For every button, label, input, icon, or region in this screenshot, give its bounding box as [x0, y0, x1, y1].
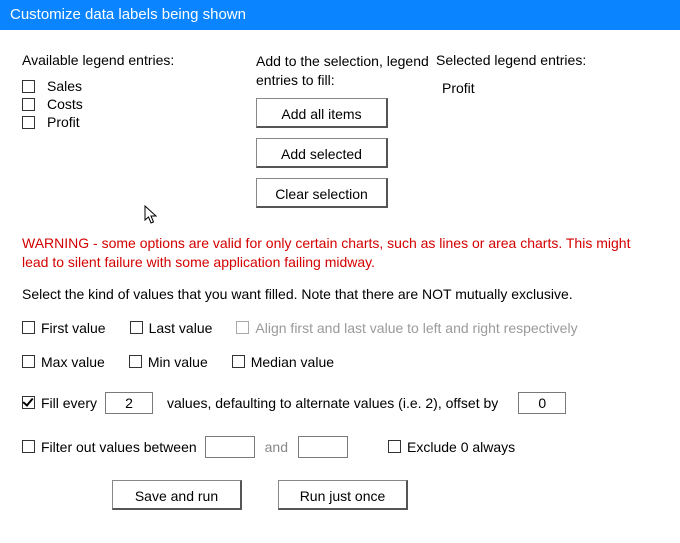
available-item-label: Sales [47, 78, 82, 94]
window-titlebar: Customize data labels being shown [0, 0, 680, 30]
checkbox-icon[interactable] [232, 355, 245, 368]
align-first-last-option: Align first and last value to left and r… [236, 320, 577, 336]
selected-label: Selected legend entries: [436, 52, 660, 68]
checkbox-icon[interactable] [130, 321, 143, 334]
checkbox-icon[interactable] [22, 355, 35, 368]
available-item-label: Profit [47, 114, 80, 130]
add-all-button[interactable]: Add all items [256, 98, 388, 128]
selected-item[interactable]: Profit [436, 80, 660, 96]
max-value-option[interactable]: Max value [22, 354, 105, 370]
available-item-label: Costs [47, 96, 83, 112]
values-instruction: Select the kind of values that you want … [22, 286, 660, 302]
option-label: Fill every [41, 395, 97, 411]
checkbox-icon[interactable] [22, 116, 35, 129]
option-label: Max value [41, 354, 105, 370]
exclude-zero-option[interactable]: Exclude 0 always [388, 439, 515, 455]
checkbox-icon[interactable] [22, 396, 35, 409]
option-label: First value [41, 320, 106, 336]
available-label: Available legend entries: [22, 52, 256, 68]
option-label: Align first and last value to left and r… [255, 320, 577, 336]
checkbox-icon [236, 321, 249, 334]
first-value-option[interactable]: First value [22, 320, 106, 336]
checkbox-icon[interactable] [22, 440, 35, 453]
option-label: Min value [148, 354, 208, 370]
checkbox-icon[interactable] [22, 98, 35, 111]
last-value-option[interactable]: Last value [130, 320, 213, 336]
filter-low-input[interactable] [205, 436, 255, 458]
window-title: Customize data labels being shown [10, 6, 246, 23]
available-item[interactable]: Profit [22, 114, 256, 130]
option-label: Last value [149, 320, 213, 336]
checkbox-icon[interactable] [22, 321, 35, 334]
fill-offset-input[interactable] [518, 392, 566, 414]
min-value-option[interactable]: Min value [129, 354, 208, 370]
fill-every-suffix: values, defaulting to alternate values (… [167, 395, 498, 411]
fill-every-option[interactable]: Fill every [22, 395, 97, 411]
option-label: Exclude 0 always [407, 439, 515, 455]
available-item[interactable]: Costs [22, 96, 256, 112]
clear-selection-button[interactable]: Clear selection [256, 178, 388, 208]
option-label: Median value [251, 354, 334, 370]
save-and-run-button[interactable]: Save and run [112, 480, 242, 510]
checkbox-icon[interactable] [388, 440, 401, 453]
checkbox-icon[interactable] [22, 80, 35, 93]
option-label: Filter out values between [41, 439, 197, 455]
filter-high-input[interactable] [298, 436, 348, 458]
run-once-button[interactable]: Run just once [278, 480, 408, 510]
add-selected-button[interactable]: Add selected [256, 138, 388, 168]
available-item[interactable]: Sales [22, 78, 256, 94]
add-instruction: Add to the selection, legend entries to … [256, 52, 436, 90]
fill-every-input[interactable] [105, 392, 153, 414]
filter-out-option[interactable]: Filter out values between [22, 439, 197, 455]
median-value-option[interactable]: Median value [232, 354, 334, 370]
warning-text: WARNING - some options are valid for onl… [22, 234, 660, 272]
checkbox-icon[interactable] [129, 355, 142, 368]
and-label: and [265, 439, 288, 455]
